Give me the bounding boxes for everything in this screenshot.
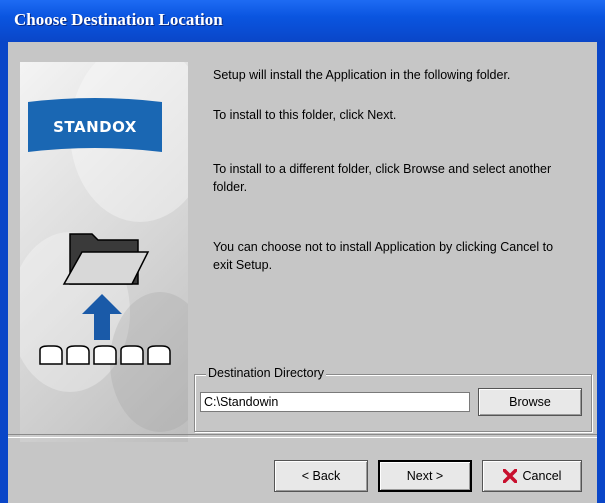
window-title: Choose Destination Location [14,10,223,29]
footer-separator [8,434,597,438]
browse-button[interactable]: Browse [478,388,582,416]
title-bar[interactable]: Choose Destination Location [0,0,605,42]
destination-path-input[interactable] [200,392,470,412]
browse-button-label: Browse [509,395,551,409]
dialog-client: STANDOX Setup will install the Applicati [8,42,597,503]
destination-group-label: Destination Directory [206,366,327,380]
standox-logo-text: STANDOX [53,118,137,136]
cancel-button-label: Cancel [522,469,562,483]
setup-dialog: Choose Destination Location STANDOX Setu… [0,0,605,503]
up-arrow-icon [82,294,122,340]
message-line-2: To install to this folder, click Next. [213,108,397,122]
message-line-1: Setup will install the Application in th… [213,68,511,82]
back-button-label: < Back [301,469,341,483]
folder-open-icon [62,233,150,285]
message-line-4: You can choose not to install Applicatio… [213,240,554,272]
next-button[interactable]: Next > [378,460,472,492]
message-line-3: To install to a different folder, click … [213,162,552,194]
disk-row-icon [39,345,171,365]
cancel-x-icon [502,469,517,483]
back-button[interactable]: < Back [274,460,368,492]
side-panel-image: STANDOX [20,62,188,442]
cancel-button[interactable]: Cancel [482,460,582,492]
next-button-label: Next > [406,469,444,483]
